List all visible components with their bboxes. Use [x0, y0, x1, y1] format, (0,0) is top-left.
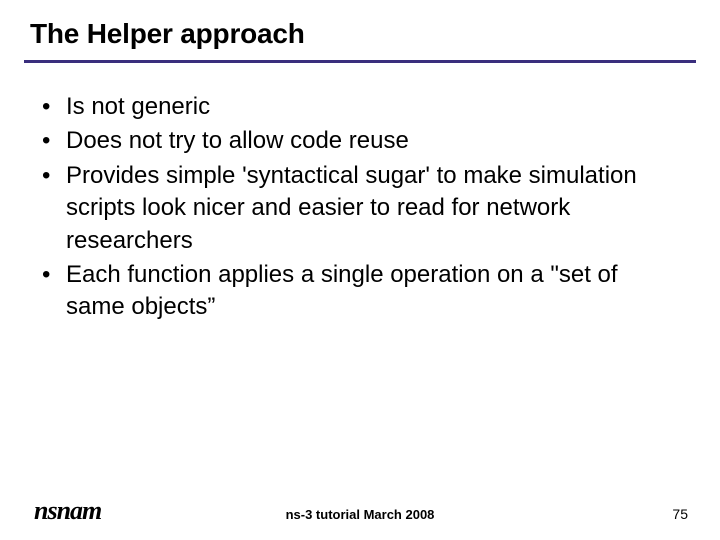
- bullet-text: Is not generic: [66, 93, 210, 120]
- bullet-list: Is not generic Does not try to allow cod…: [40, 91, 680, 324]
- bullet-text: Provides simple 'syntactical sugar' to m…: [66, 162, 637, 254]
- footer-center: ns-3 tutorial March 2008: [0, 507, 720, 522]
- list-item: Each function applies a single operation…: [40, 259, 680, 324]
- list-item: Is not generic: [40, 91, 680, 123]
- page-number: 75: [672, 506, 688, 522]
- title-area: The Helper approach: [0, 0, 720, 50]
- slide-title: The Helper approach: [30, 18, 720, 50]
- slide: The Helper approach Is not generic Does …: [0, 0, 720, 540]
- footer: nsnam ns-3 tutorial March 2008 75: [0, 496, 720, 526]
- bullet-text: Each function applies a single operation…: [66, 261, 618, 320]
- list-item: Provides simple 'syntactical sugar' to m…: [40, 160, 680, 257]
- list-item: Does not try to allow code reuse: [40, 125, 680, 157]
- bullet-text: Does not try to allow code reuse: [66, 127, 409, 154]
- body: Is not generic Does not try to allow cod…: [0, 63, 720, 324]
